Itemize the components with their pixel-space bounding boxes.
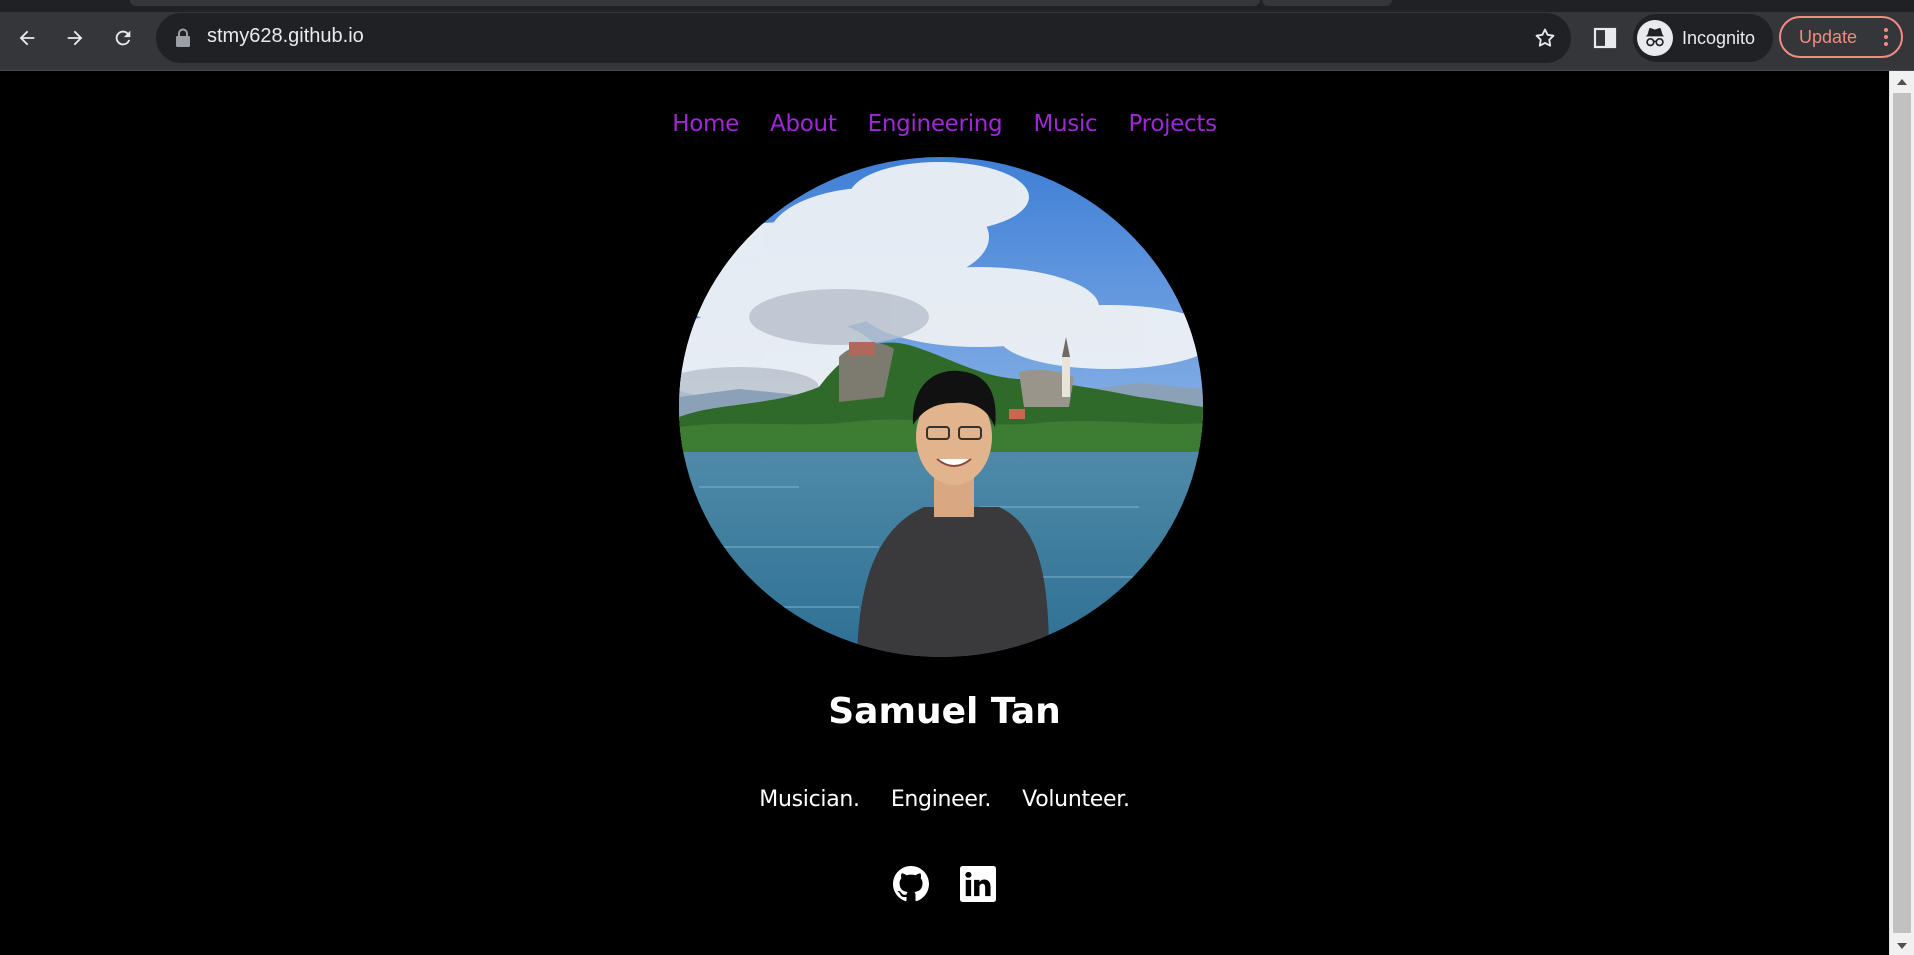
- inactive-tab-edge[interactable]: [1262, 0, 1392, 6]
- nav-link-projects[interactable]: Projects: [1129, 111, 1218, 137]
- browser-toolbar: stmy628.github.io Incognito Update: [0, 0, 1914, 71]
- reload-icon: [115, 30, 131, 46]
- update-label: Update: [1799, 27, 1858, 47]
- tagline-volunteer: Volunteer.: [1022, 787, 1130, 812]
- back-button[interactable]: [12, 23, 42, 53]
- linkedin-link[interactable]: [960, 866, 997, 902]
- active-tab-edge[interactable]: [130, 0, 1260, 6]
- incognito-icon: [1637, 20, 1673, 56]
- kebab-menu-icon: [1884, 28, 1888, 46]
- nav-link-home[interactable]: Home: [672, 111, 739, 137]
- scroll-up-arrow-icon[interactable]: [1897, 79, 1907, 85]
- social-links: [0, 866, 1889, 906]
- scrollbar-thumb[interactable]: [1893, 93, 1911, 933]
- scroll-down-arrow-icon[interactable]: [1897, 943, 1907, 949]
- page-viewport: Home About Engineering Music Projects Sa…: [0, 71, 1889, 955]
- arrow-left-icon: [19, 30, 35, 46]
- star-icon[interactable]: [1533, 26, 1557, 50]
- page-title: Samuel Tan: [828, 691, 1061, 732]
- tagline-musician: Musician.: [759, 787, 860, 812]
- url-text[interactable]: stmy628.github.io: [207, 25, 364, 48]
- profile-button[interactable]: Incognito: [1633, 14, 1773, 62]
- linkedin-icon: [960, 866, 997, 902]
- reload-button[interactable]: [108, 23, 138, 53]
- profile-photo: [679, 157, 1203, 657]
- update-button[interactable]: Update: [1779, 16, 1903, 58]
- nav-link-engineering[interactable]: Engineering: [868, 111, 1003, 137]
- tab-strip: [0, 0, 1914, 12]
- arrow-right-icon: [67, 30, 83, 46]
- tagline-engineer: Engineer.: [890, 787, 992, 812]
- side-panel-icon[interactable]: [1592, 25, 1618, 51]
- github-icon: [892, 866, 929, 902]
- address-bar[interactable]: stmy628.github.io: [156, 13, 1571, 63]
- lock-icon[interactable]: [174, 28, 192, 48]
- site-nav: Home About Engineering Music Projects: [0, 111, 1889, 137]
- taglines: Musician. Engineer. Volunteer.: [0, 787, 1889, 812]
- github-link[interactable]: [892, 866, 929, 902]
- profile-label: Incognito: [1682, 28, 1756, 48]
- page-scrollbar[interactable]: [1889, 71, 1914, 955]
- forward-button[interactable]: [60, 23, 90, 53]
- nav-link-about[interactable]: About: [770, 111, 837, 137]
- nav-link-music[interactable]: Music: [1033, 111, 1097, 137]
